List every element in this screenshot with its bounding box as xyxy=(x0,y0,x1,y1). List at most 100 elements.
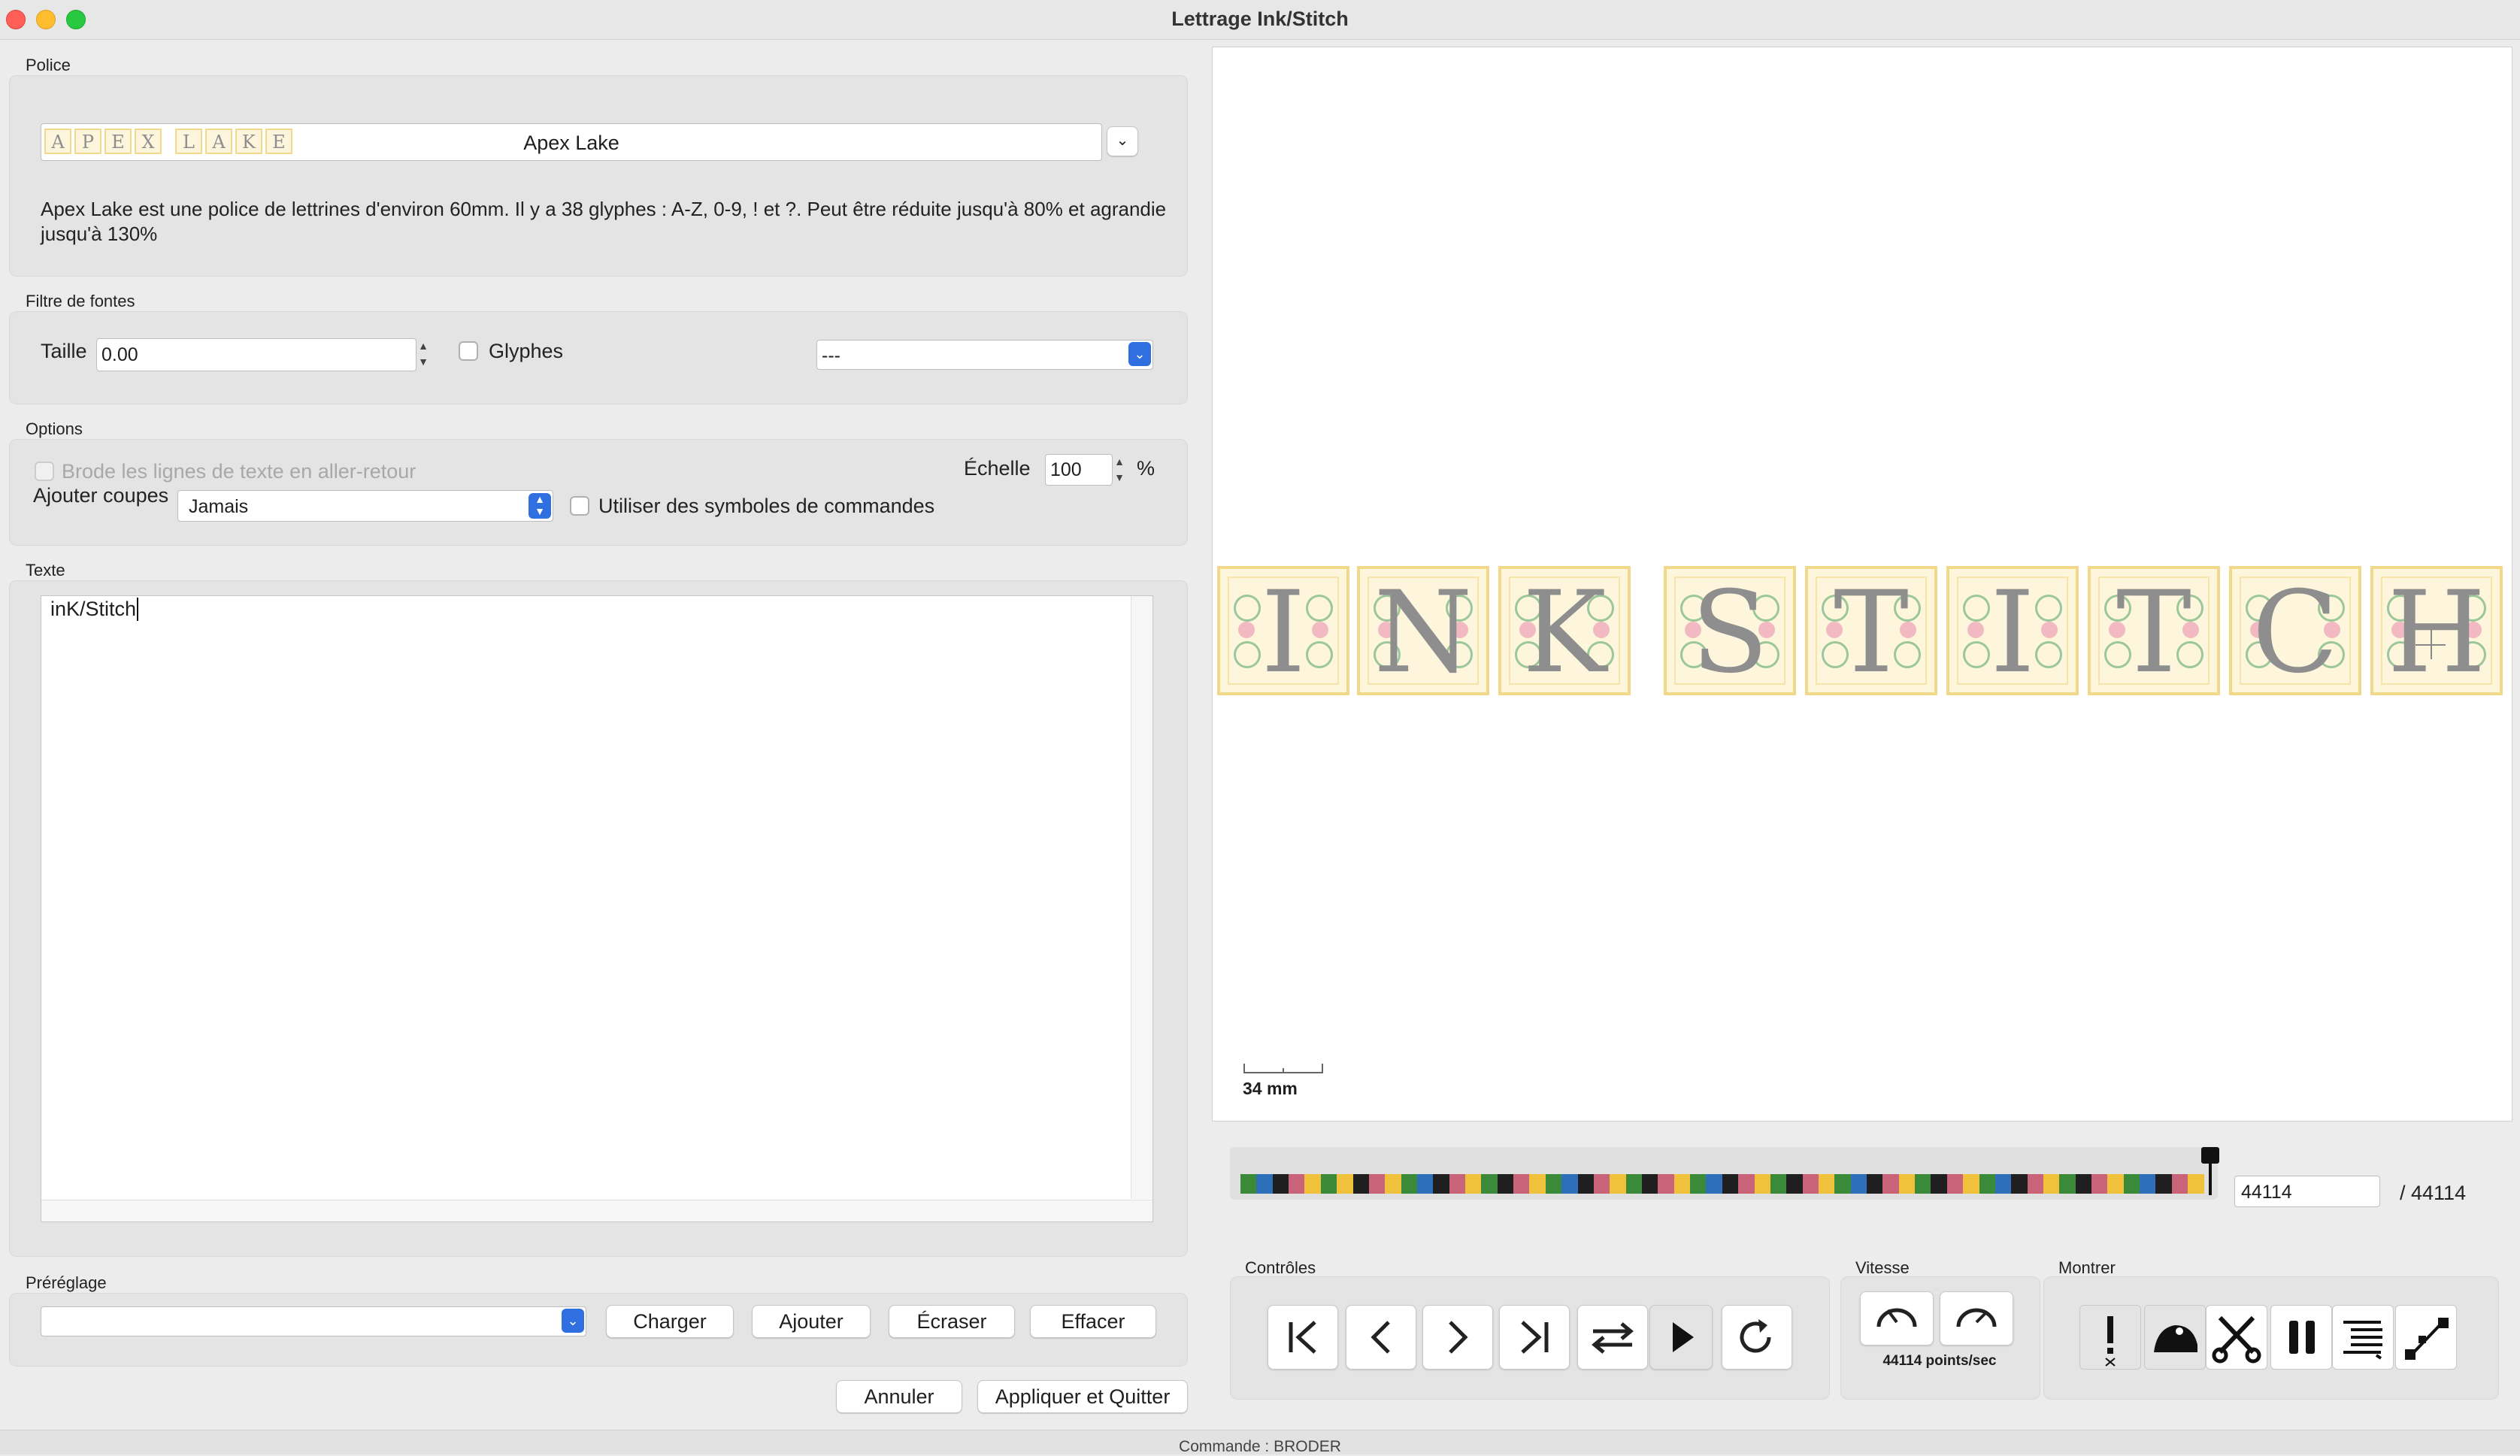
preset-overwrite-button[interactable]: Écraser xyxy=(889,1305,1015,1338)
size-input[interactable]: 0.00 xyxy=(96,338,416,371)
show-label: Montrer xyxy=(2058,1258,2116,1277)
timeline-color-block xyxy=(1625,1174,1642,1194)
stitch-preview-canvas[interactable]: INKSTITCH 34 mm xyxy=(1212,47,2512,1122)
timeline-color-block xyxy=(1915,1174,1931,1194)
timeline-color-block xyxy=(1337,1174,1353,1194)
scale-bar-icon xyxy=(1243,1064,1323,1073)
preset-select[interactable]: ⌄ xyxy=(41,1306,586,1336)
font-name: Apex Lake xyxy=(523,132,619,154)
preview-letter: S xyxy=(1691,568,1769,698)
slower-button[interactable] xyxy=(1860,1291,1934,1346)
play-button[interactable] xyxy=(1649,1305,1713,1370)
skip-to-start-icon xyxy=(1289,1321,1316,1354)
scale-input[interactable]: 100 xyxy=(1045,454,1113,486)
timeline-color-block xyxy=(1658,1174,1674,1194)
timeline-color-block xyxy=(1963,1174,1979,1194)
updown-icon: ▲ ▼ xyxy=(529,493,551,519)
stepper-up-icon[interactable]: ▲ xyxy=(415,338,432,354)
timeline-color-block xyxy=(1593,1174,1610,1194)
show-needle-points-toggle[interactable] xyxy=(2395,1305,2457,1370)
cancel-button[interactable]: Annuler xyxy=(836,1380,962,1413)
timeline-color-block xyxy=(1706,1174,1722,1194)
timeline-color-block xyxy=(1529,1174,1546,1194)
show-color-changes-toggle[interactable] xyxy=(2332,1305,2394,1370)
chevron-right-icon xyxy=(1449,1321,1468,1354)
back-forth-checkbox[interactable] xyxy=(35,462,54,481)
trims-label: Ajouter coupes xyxy=(33,484,169,507)
scale-bar-label: 34 mm xyxy=(1243,1079,1298,1098)
timeline-color-block xyxy=(2027,1174,2043,1194)
play-icon xyxy=(1673,1322,1694,1352)
preset-load-button[interactable]: Charger xyxy=(606,1305,734,1338)
preset-add-button[interactable]: Ajouter xyxy=(752,1305,871,1338)
chevron-left-icon xyxy=(1371,1321,1390,1354)
font-dropdown-button[interactable]: ⌄ xyxy=(1107,126,1138,156)
apply-and-quit-button[interactable]: Appliquer et Quitter xyxy=(977,1380,1188,1413)
preview-letter: K xyxy=(1522,568,1607,698)
timeline-color-block xyxy=(1770,1174,1787,1194)
preview-letter: T xyxy=(2116,568,2192,698)
scale-stepper[interactable]: ▲ ▼ xyxy=(1111,454,1128,486)
timeline-color-block xyxy=(1754,1174,1770,1194)
preview-letter-tile: T xyxy=(2088,566,2220,695)
show-errors-toggle[interactable] xyxy=(2079,1305,2141,1370)
stitch-position-input[interactable]: 44114 xyxy=(2234,1176,2380,1207)
stepper-down-icon[interactable]: ▼ xyxy=(415,354,432,370)
text-input-area[interactable]: inK/Stitch xyxy=(41,595,1153,1222)
command-symbols-checkbox[interactable] xyxy=(570,496,589,516)
show-stops-toggle[interactable] xyxy=(2270,1305,2332,1370)
window-title: Lettrage Ink/Stitch xyxy=(1171,8,1349,30)
preview-letter-tile: I xyxy=(1946,566,2079,695)
timeline-color-block xyxy=(1320,1174,1337,1194)
timeline-color-block xyxy=(1690,1174,1707,1194)
stitch-total: / 44114 xyxy=(2400,1182,2467,1204)
timeline-color-block xyxy=(1449,1174,1466,1194)
step-back-button[interactable] xyxy=(1346,1305,1416,1370)
timeline-track[interactable] xyxy=(1230,1147,2219,1200)
preview-letter: H xyxy=(2387,568,2486,698)
glyphs-checkbox[interactable] xyxy=(459,341,478,361)
show-jumps-toggle[interactable] xyxy=(2144,1305,2206,1370)
preview-letter-tile: K xyxy=(1498,566,1631,695)
jump-start-button[interactable] xyxy=(1268,1305,1338,1370)
chevron-down-icon: ⌄ xyxy=(1116,132,1129,149)
timeline-color-block xyxy=(2171,1174,2188,1194)
preview-letter-tile: C xyxy=(2229,566,2361,695)
timeline-color-block xyxy=(1304,1174,1321,1194)
faster-button[interactable] xyxy=(1940,1291,2013,1346)
status-bar: Commande : BRODER xyxy=(0,1430,2520,1455)
horizontal-scrollbar[interactable] xyxy=(41,1200,1152,1221)
vertical-scrollbar[interactable] xyxy=(1131,596,1152,1199)
timeline-color-block xyxy=(1433,1174,1449,1194)
scale-unit: % xyxy=(1137,457,1156,480)
swap-direction-button[interactable] xyxy=(1577,1305,1648,1370)
size-stepper[interactable]: ▲ ▼ xyxy=(415,338,432,370)
preview-letter-tile: I xyxy=(1217,566,1349,695)
timeline-handle[interactable] xyxy=(2201,1147,2219,1164)
stepper-up-icon[interactable]: ▲ xyxy=(1111,454,1128,470)
trims-select[interactable]: Jamais ▲ ▼ xyxy=(177,490,553,522)
speed-up-icon xyxy=(1956,1308,1997,1327)
glyph-filter-value: --- xyxy=(822,345,841,366)
glyph-filter-select[interactable]: --- ⌄ xyxy=(816,340,1153,370)
preset-section-label: Préréglage xyxy=(26,1273,107,1292)
step-forward-button[interactable] xyxy=(1422,1305,1493,1370)
timeline-color-block xyxy=(2075,1174,2092,1194)
font-selector[interactable]: APEXLAKE Apex Lake xyxy=(41,123,1102,161)
chevron-down-icon: ⌄ xyxy=(1128,342,1151,366)
show-trims-toggle[interactable] xyxy=(2206,1305,2267,1370)
timeline-color-block xyxy=(1738,1174,1755,1194)
timeline-color-block xyxy=(2140,1174,2156,1194)
timeline-color-block xyxy=(2155,1174,2172,1194)
jump-end-button[interactable] xyxy=(1499,1305,1570,1370)
stepper-down-icon[interactable]: ▼ xyxy=(1111,470,1128,486)
preset-delete-button[interactable]: Effacer xyxy=(1030,1305,1156,1338)
timeline-color-block xyxy=(1497,1174,1514,1194)
restart-button[interactable] xyxy=(1722,1305,1792,1370)
timeline-color-block xyxy=(2091,1174,2108,1194)
timeline-color-block xyxy=(1256,1174,1273,1194)
preview-letter-tile: N xyxy=(1357,566,1489,695)
size-label: Taille xyxy=(41,340,87,362)
options-section-label: Options xyxy=(26,419,83,438)
refresh-icon xyxy=(1740,1319,1771,1353)
